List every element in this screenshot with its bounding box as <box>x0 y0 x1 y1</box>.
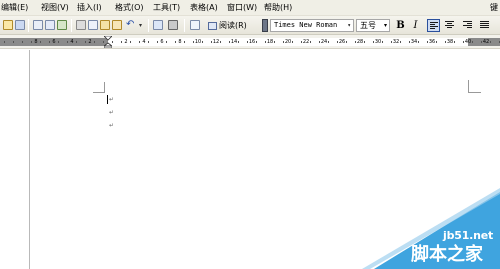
watermark-site: jb51.net <box>443 229 494 242</box>
watermark-name: 脚本之家 <box>411 244 483 265</box>
watermark-banner <box>362 188 500 269</box>
